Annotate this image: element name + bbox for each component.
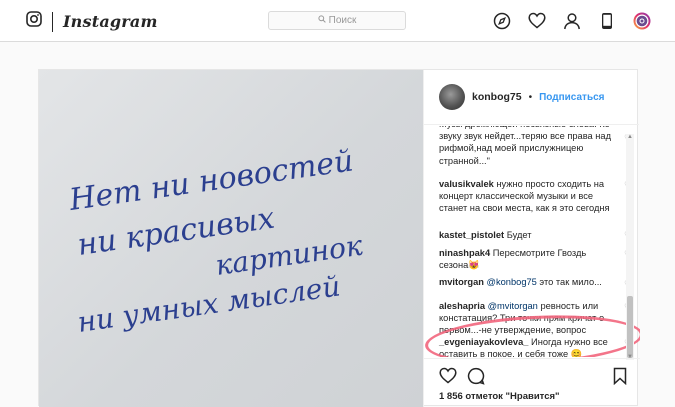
comment-mention[interactable]: @konbog75 (487, 277, 537, 287)
post-actions: 1 856 отметок "Нравится" (424, 358, 640, 407)
post-header: konbog75 • Подписаться (424, 70, 639, 125)
author-username[interactable]: konbog75 (472, 91, 522, 103)
author-avatar[interactable] (439, 84, 465, 110)
handwritten-line-4: ни умных мыслей (75, 269, 342, 339)
handwritten-note: Нет ни новостей ни красивых картинок ни … (66, 143, 365, 339)
post-card: Нет ни новостей ни красивых картинок ни … (38, 69, 640, 407)
post-photo[interactable]: Нет ни новостей ни красивых картинок ни … (39, 70, 423, 407)
comment-username[interactable]: valusikvalek (439, 179, 494, 189)
handwritten-line-1: Нет ни новостей (66, 143, 355, 218)
like-heart-icon[interactable] (439, 367, 457, 390)
comment: ninashpak4 Пересмотрите Гвоздь сезона😻 (439, 247, 617, 271)
comment: Музы дремлющей несвязные слова. Ко звуку… (439, 126, 617, 167)
comment-mention[interactable]: @mvitorgan (488, 301, 538, 311)
comment-username[interactable]: ninashpak4 (439, 248, 490, 258)
profile-icon[interactable] (562, 11, 581, 30)
nav-icons (492, 11, 651, 30)
instagram-camera-icon (26, 11, 42, 32)
logo-divider (52, 11, 53, 32)
comment-text: Музы дремлющей несвязные слова. Ко звуку… (439, 126, 612, 166)
search-icon (318, 15, 326, 26)
phone-icon[interactable] (597, 11, 616, 30)
scroll-up-arrow-icon[interactable]: ▲ (626, 134, 634, 140)
comment-username[interactable]: kastet_pistolet (439, 230, 504, 240)
comments-scrollbar[interactable]: ▲ ▼ (626, 134, 634, 360)
comment-text: это так мило... (539, 277, 602, 287)
comments-list[interactable]: Музы дремлющей несвязные слова. Ко звуку… (424, 126, 640, 357)
top-navigation-bar: Instagram Поиск (0, 0, 675, 42)
likes-count[interactable]: 1 856 отметок "Нравится" (439, 391, 560, 402)
comment: valusikvalek нужно просто сходить на кон… (439, 178, 617, 215)
comment-username[interactable]: aleshapria (439, 301, 485, 311)
post-sidebar: konbog75 • Подписаться Музы дремлющей не… (423, 70, 640, 407)
search-input[interactable]: Поиск (268, 11, 406, 30)
comment-text: Будет (506, 230, 532, 240)
header-separator: • (528, 91, 533, 103)
logo[interactable]: Instagram (26, 11, 158, 32)
explore-icon[interactable] (492, 11, 511, 30)
scrollbar-thumb[interactable] (627, 296, 633, 358)
comment-username[interactable]: mvitorgan (439, 277, 484, 287)
search-placeholder: Поиск (328, 15, 357, 26)
follow-button[interactable]: Подписаться (539, 92, 604, 103)
action-icons (439, 367, 485, 390)
save-bookmark-icon[interactable] (613, 367, 627, 390)
comment: kastet_pistolet Будет (439, 229, 617, 241)
comment-highlighted: mvitorgan @konbog75 это так мило... (439, 276, 617, 288)
camera-avatar-icon[interactable] (632, 11, 651, 30)
comment-bubble-icon[interactable] (467, 367, 485, 390)
heart-icon[interactable] (527, 11, 546, 30)
instagram-wordmark: Instagram (63, 12, 158, 31)
